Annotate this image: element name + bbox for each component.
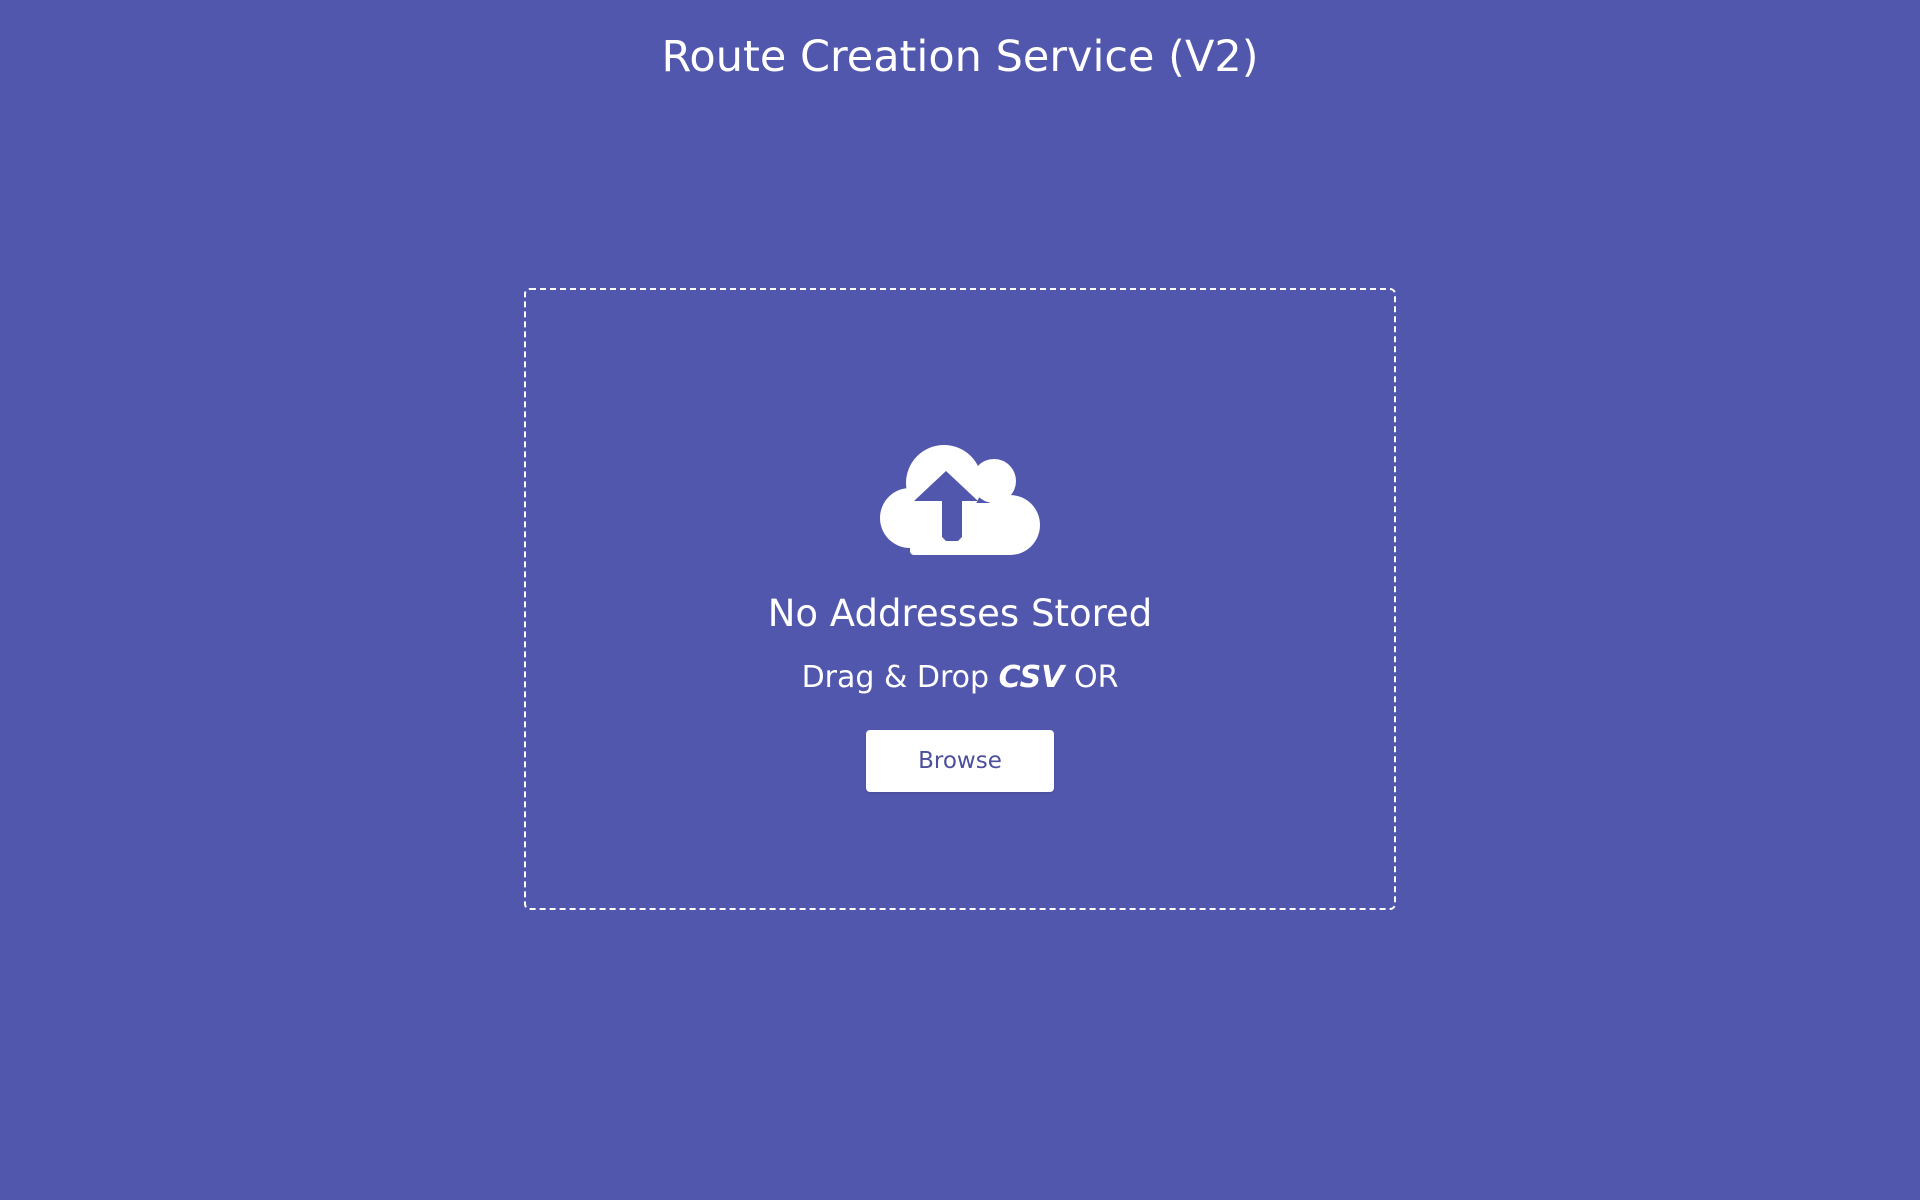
- cloud-upload-icon: [880, 445, 1040, 555]
- drop-hint: Drag & Drop CSV OR: [0, 660, 1920, 695]
- page-title: Route Creation Service (V2): [661, 32, 1259, 82]
- csv-format-label: CSV: [998, 660, 1065, 695]
- empty-state-title: No Addresses Stored: [767, 592, 1153, 635]
- browse-button[interactable]: Browse: [866, 730, 1054, 792]
- drop-hint-prefix: Drag & Drop: [801, 660, 990, 695]
- drop-hint-suffix: OR: [1073, 660, 1119, 695]
